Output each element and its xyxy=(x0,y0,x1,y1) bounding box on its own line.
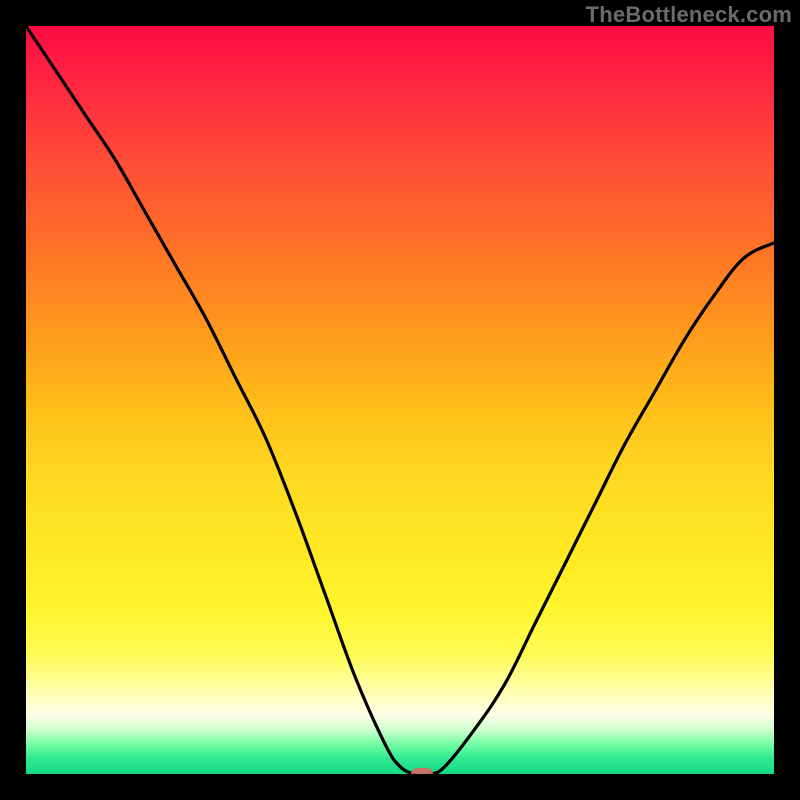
chart-frame: TheBottleneck.com xyxy=(0,0,800,800)
minimum-marker xyxy=(411,768,433,774)
watermark-text: TheBottleneck.com xyxy=(586,2,792,28)
bottleneck-curve xyxy=(26,26,774,774)
plot-area xyxy=(26,26,774,774)
